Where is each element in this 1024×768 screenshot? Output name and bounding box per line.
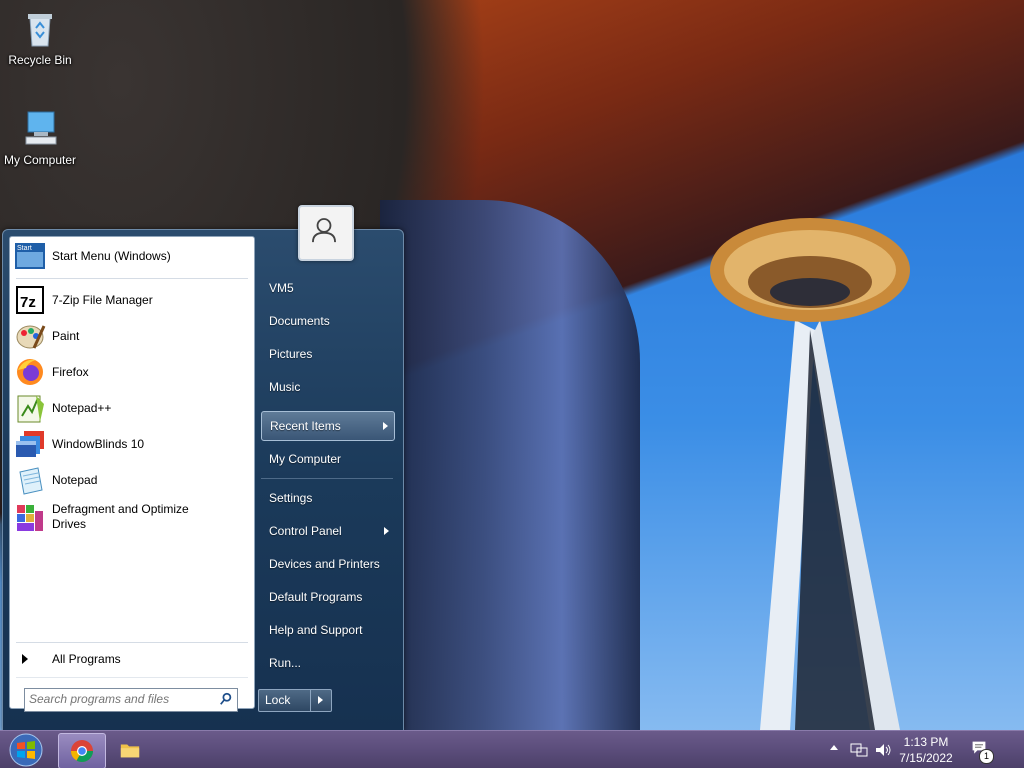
desktop-icon-my-computer[interactable]: My Computer — [0, 108, 80, 167]
place-label: Help and Support — [269, 623, 363, 637]
place-my-computer[interactable]: My Computer — [261, 445, 395, 473]
notification-center-button[interactable]: 1 — [968, 737, 994, 764]
all-programs-button[interactable]: All Programs — [14, 645, 250, 673]
space-needle-wallpaper — [710, 218, 910, 730]
program-label: Notepad — [52, 473, 98, 487]
lock-button[interactable]: Lock — [258, 689, 332, 712]
7zip-icon: 7z — [16, 286, 44, 314]
search-divider — [16, 677, 248, 678]
place-default-programs[interactable]: Default Programs — [261, 583, 395, 611]
place-label: Settings — [269, 491, 313, 505]
start-menu-places-pane: VM5 Documents Pictures Music Recent Item… — [259, 230, 403, 730]
clock-time[interactable]: 1:13 PM — [886, 735, 966, 749]
place-help-and-support[interactable]: Help and Support — [261, 616, 395, 644]
start-menu: Start Start Menu (Windows) 7z 7-Zip File… — [2, 229, 404, 732]
svg-text:7z: 7z — [20, 294, 36, 311]
firefox-icon — [17, 359, 43, 385]
folder-icon — [120, 744, 140, 758]
place-vm5[interactable]: VM5 — [261, 274, 395, 302]
place-documents[interactable]: Documents — [261, 307, 395, 335]
start-button[interactable] — [6, 733, 48, 767]
start-menu-programs-pane: Start Start Menu (Windows) 7z 7-Zip File… — [9, 236, 255, 712]
submenu-arrow-icon — [383, 422, 388, 430]
place-label: Music — [269, 380, 301, 394]
lock-options-button[interactable] — [310, 690, 331, 711]
all-programs-divider — [16, 642, 248, 643]
lock-label: Lock — [265, 693, 291, 707]
search-box[interactable] — [24, 688, 238, 712]
clock-date[interactable]: 7/15/2022 — [886, 751, 966, 765]
program-notepad[interactable]: Notepad — [14, 463, 250, 497]
program-windowblinds[interactable]: WindowBlinds 10 — [14, 427, 250, 461]
program-label: Firefox — [52, 365, 89, 379]
taskbar-explorer-button[interactable] — [112, 733, 148, 767]
chevron-right-icon — [318, 696, 323, 704]
place-control-panel[interactable]: Control Panel — [261, 517, 395, 545]
place-label: Documents — [269, 314, 330, 328]
notepad-icon — [19, 467, 43, 495]
network-icon[interactable] — [850, 742, 868, 758]
start-menu-icon: Start — [15, 243, 45, 269]
windowblinds-icon — [16, 431, 44, 457]
place-music[interactable]: Music — [261, 373, 395, 401]
programs-divider — [16, 278, 248, 279]
svg-text:Start: Start — [17, 245, 32, 252]
notepadpp-icon — [17, 395, 44, 423]
notification-badge: 1 — [979, 749, 994, 764]
place-label: Recent Items — [270, 419, 341, 433]
place-pictures[interactable]: Pictures — [261, 340, 395, 368]
program-start-menu-windows[interactable]: Start Start Menu (Windows) — [14, 239, 250, 273]
show-hidden-icons-button[interactable] — [830, 745, 838, 750]
all-programs-label: All Programs — [52, 652, 121, 666]
program-label: Paint — [52, 329, 80, 343]
program-label: WindowBlinds 10 — [52, 437, 145, 451]
place-label: Control Panel — [269, 524, 342, 538]
program-label: Defragment and Optimize Drives — [52, 502, 189, 531]
places-divider — [261, 478, 393, 479]
program-paint[interactable]: Paint — [14, 319, 250, 353]
desktop-icon-recycle-bin[interactable]: Recycle Bin — [0, 8, 80, 67]
windows-logo-icon — [9, 733, 43, 767]
defrag-icon — [17, 505, 43, 531]
program-notepadpp[interactable]: Notepad++ — [14, 391, 250, 425]
submenu-arrow-icon — [384, 527, 389, 535]
computer-icon — [25, 111, 57, 145]
taskbar: 1:13 PM 7/15/2022 1 — [0, 730, 1024, 768]
user-account-tile[interactable] — [298, 205, 354, 261]
taskbar-chrome-button[interactable] — [58, 733, 106, 768]
place-settings[interactable]: Settings — [261, 484, 395, 512]
place-label: Devices and Printers — [269, 557, 380, 571]
place-run[interactable]: Run... — [261, 649, 395, 677]
search-input[interactable] — [29, 691, 209, 707]
program-label: Notepad++ — [52, 401, 112, 415]
wallpaper-building-facade — [380, 200, 640, 740]
place-label: VM5 — [269, 281, 294, 295]
chrome-icon — [71, 740, 93, 762]
paint-icon — [16, 325, 46, 349]
program-defragment[interactable]: Defragment and Optimize Drives — [14, 499, 250, 535]
program-firefox[interactable]: Firefox — [14, 355, 250, 389]
place-label: Default Programs — [269, 590, 363, 604]
program-label: 7-Zip File Manager — [52, 293, 153, 307]
user-icon — [312, 218, 336, 243]
desktop-icon-label: My Computer — [3, 153, 77, 167]
triangle-right-icon — [22, 654, 28, 664]
program-label: Start Menu (Windows) — [52, 249, 171, 263]
program-7zip[interactable]: 7z 7-Zip File Manager — [14, 283, 250, 317]
desktop-icon-label: Recycle Bin — [8, 53, 72, 67]
place-label: Run... — [269, 656, 302, 670]
place-devices-and-printers[interactable]: Devices and Printers — [261, 550, 395, 578]
place-recent-items[interactable]: Recent Items — [261, 411, 395, 441]
place-label: My Computer — [269, 452, 342, 466]
search-icon[interactable] — [219, 692, 233, 706]
place-label: Pictures — [269, 347, 313, 361]
recycle-bin-icon — [28, 14, 52, 47]
